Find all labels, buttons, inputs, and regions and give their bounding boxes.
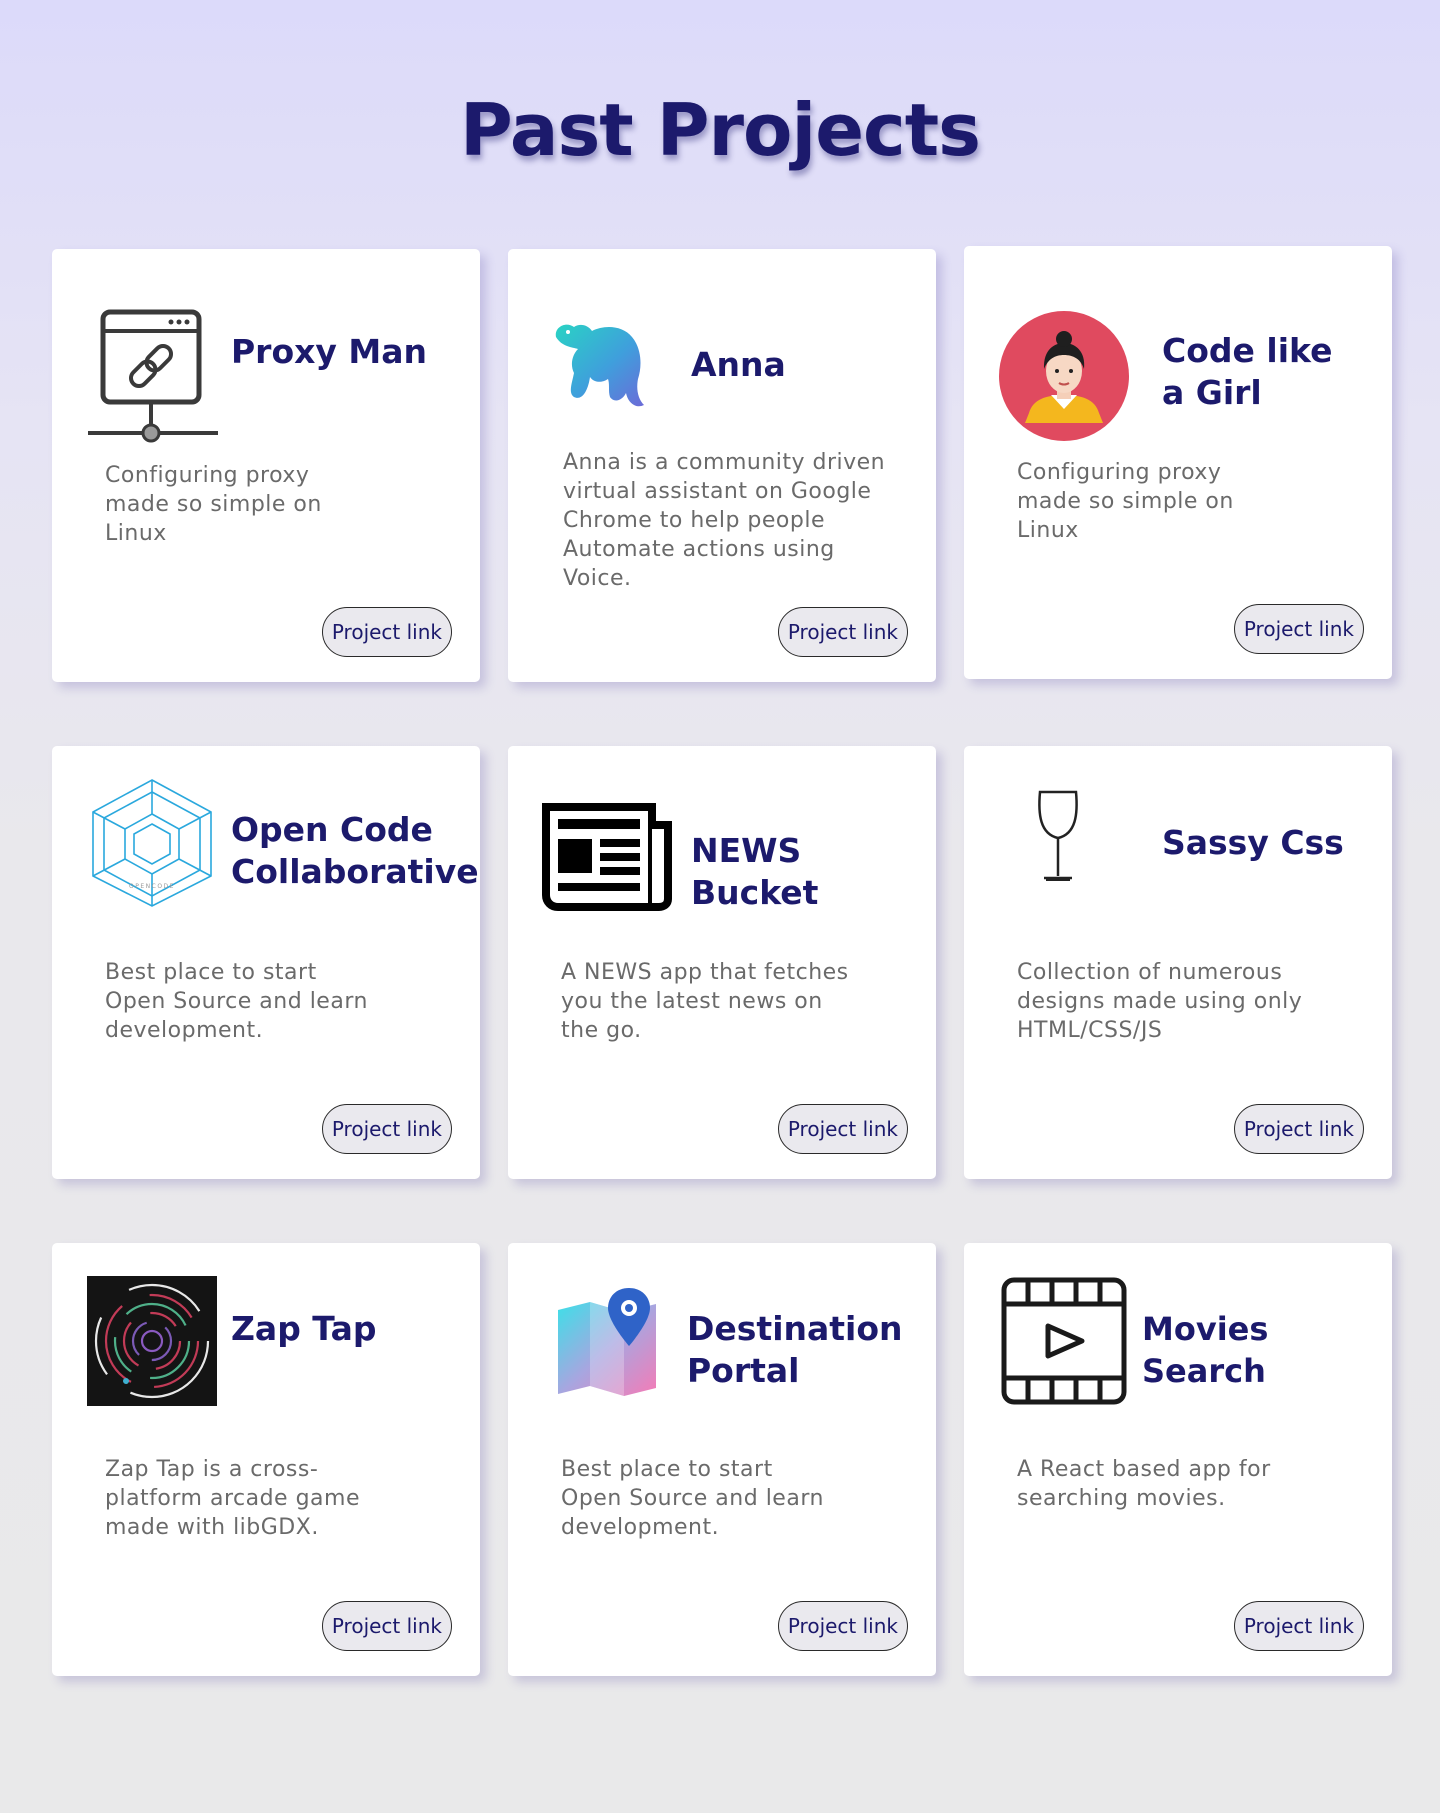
project-link-button[interactable]: Project link bbox=[1233, 604, 1364, 654]
girl-avatar-icon bbox=[999, 311, 1129, 441]
project-card-news-bucket: NEWS Bucket A NEWS app that fetches you … bbox=[508, 746, 936, 1179]
project-title: Destination Portal bbox=[687, 1309, 903, 1390]
zap-tap-logo-icon bbox=[87, 1276, 217, 1406]
project-link-button[interactable]: Project link bbox=[321, 607, 452, 657]
project-card-anna: Anna Anna is a community driven virtual … bbox=[508, 249, 936, 682]
project-description: Best place to start Open Source and lear… bbox=[105, 960, 368, 1043]
opencode-hexagon-icon: OPENCODE bbox=[89, 778, 215, 908]
project-card-proxy-man: Proxy Man Configuring proxy made so simp… bbox=[52, 249, 480, 682]
project-card-destination-portal: Destination Portal Best place to start O… bbox=[508, 1243, 936, 1676]
project-title: NEWS Bucket bbox=[691, 831, 819, 912]
project-card-zap-tap: Zap Tap Zap Tap is a cross-platform arca… bbox=[52, 1243, 480, 1676]
project-link-button[interactable]: Project link bbox=[321, 1601, 452, 1651]
project-link-button[interactable]: Project link bbox=[1233, 1104, 1364, 1154]
project-link-button[interactable]: Project link bbox=[777, 1104, 908, 1154]
project-description: Zap Tap is a cross-platform arcade game … bbox=[105, 1457, 360, 1540]
project-link-button[interactable]: Project link bbox=[777, 607, 908, 657]
svg-text:OPENCODE: OPENCODE bbox=[129, 883, 175, 890]
project-card-code-like-a-girl: Code like a Girl Configuring proxy made … bbox=[964, 246, 1392, 679]
project-link-button[interactable]: Project link bbox=[1233, 1601, 1364, 1651]
project-description: Collection of numerous designs made usin… bbox=[1017, 960, 1303, 1043]
project-title: Open Code Collaborative bbox=[231, 810, 479, 891]
project-title: Anna bbox=[691, 345, 786, 384]
project-card-sassy-css: Sassy Css Collection of numerous designs… bbox=[964, 746, 1392, 1179]
project-title: Code like a Girl bbox=[1162, 331, 1333, 412]
film-play-icon bbox=[1000, 1276, 1128, 1406]
project-card-movies-search: Movies Search A React based app for sear… bbox=[964, 1243, 1392, 1676]
project-description: Best place to start Open Source and lear… bbox=[561, 1457, 824, 1540]
project-link-button[interactable]: Project link bbox=[321, 1104, 452, 1154]
project-description: Configuring proxy made so simple on Linu… bbox=[1017, 460, 1234, 543]
project-description: Configuring proxy made so simple on Linu… bbox=[105, 463, 322, 546]
project-link-button[interactable]: Project link bbox=[777, 1601, 908, 1651]
page-title: Past Projects bbox=[460, 88, 981, 172]
elephant-icon bbox=[552, 317, 652, 417]
project-title: Movies Search bbox=[1142, 1310, 1269, 1390]
project-description: A NEWS app that fetches you the latest n… bbox=[561, 960, 849, 1043]
project-description: A React based app for searching movies. bbox=[1017, 1457, 1271, 1511]
project-description: Anna is a community driven virtual assis… bbox=[563, 450, 886, 591]
wine-glass-icon bbox=[1036, 790, 1080, 886]
project-card-open-code-collaborative: OPENCODE Open Code Collaborative Best pl… bbox=[52, 746, 480, 1179]
project-title: Zap Tap bbox=[231, 1309, 377, 1348]
map-pin-icon bbox=[556, 1286, 660, 1398]
newspaper-icon bbox=[542, 803, 674, 915]
project-title: Sassy Css bbox=[1162, 823, 1344, 862]
network-link-icon bbox=[86, 309, 220, 443]
project-title: Proxy Man bbox=[231, 332, 428, 371]
